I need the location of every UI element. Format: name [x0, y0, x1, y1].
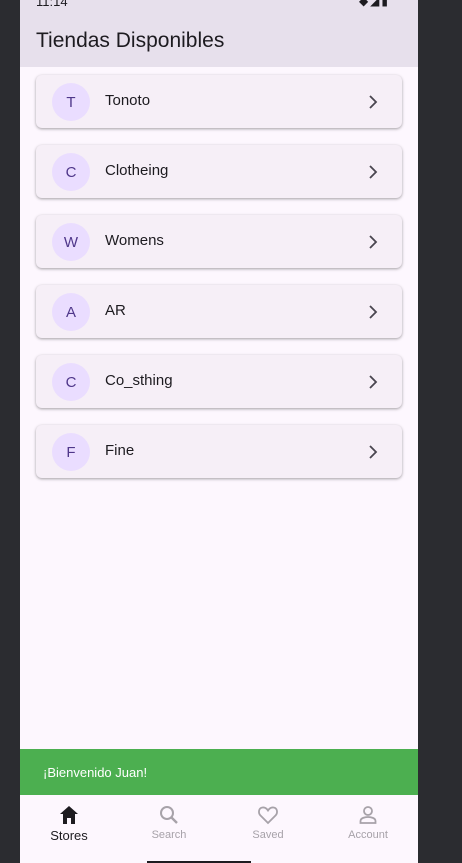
nav-saved[interactable]: Saved [228, 805, 308, 841]
person-icon [359, 806, 377, 824]
chevron-right-icon [369, 95, 378, 109]
chevron-right-icon [369, 445, 378, 459]
home-icon [60, 806, 78, 824]
store-card-fine[interactable]: F Fine [36, 425, 402, 478]
store-name: Womens [105, 232, 164, 249]
status-time: 11:14 [36, 0, 68, 9]
chevron-right-icon [369, 305, 378, 319]
store-avatar: C [52, 363, 90, 401]
store-card-womens[interactable]: W Womens [36, 215, 402, 268]
nav-label: Saved [252, 829, 284, 841]
app-bar: 11:14 ◆◢▮ Tiendas Disponibles [20, 0, 418, 67]
chevron-right-icon [369, 375, 378, 389]
store-name: Fine [105, 442, 135, 459]
snackbar-message: ¡Bienvenido Juan! [43, 765, 148, 780]
store-avatar: A [52, 293, 90, 331]
store-avatar: W [52, 223, 90, 261]
status-icons: ◆◢▮ [358, 0, 390, 8]
store-card-clotheing[interactable]: C Clotheing [36, 145, 402, 198]
nav-label: Search [151, 829, 187, 841]
page-title: Tiendas Disponibles [36, 29, 225, 52]
welcome-snackbar: ¡Bienvenido Juan! [20, 749, 418, 795]
store-avatar: T [52, 83, 90, 121]
nav-stores[interactable]: Stores [29, 805, 109, 843]
store-card-ar[interactable]: A AR [36, 285, 402, 338]
store-name: Tonoto [105, 92, 151, 109]
nav-label: Stores [50, 828, 88, 843]
chevron-right-icon [369, 165, 378, 179]
store-card-co-sthing[interactable]: C Co_sthing [36, 355, 402, 408]
nav-search[interactable]: Search [129, 805, 209, 841]
bottom-navigation: Stores Search Saved Account [20, 795, 418, 863]
nav-account[interactable]: Account [328, 805, 408, 841]
store-avatar: F [52, 433, 90, 471]
chevron-right-icon [369, 235, 378, 249]
store-name: Clotheing [105, 162, 169, 179]
store-name: Co_sthing [105, 372, 173, 389]
store-name: AR [105, 302, 126, 319]
store-card-tonoto[interactable]: T Tonoto [36, 75, 402, 128]
search-icon [160, 806, 178, 824]
store-avatar: C [52, 153, 90, 191]
heart-icon [258, 806, 278, 825]
phone-screen: 11:14 ◆◢▮ Tiendas Disponibles T Tonoto C… [20, 0, 418, 863]
nav-label: Account [348, 829, 388, 841]
store-list: T Tonoto C Clotheing W Womens A AR C Co_… [36, 75, 402, 495]
